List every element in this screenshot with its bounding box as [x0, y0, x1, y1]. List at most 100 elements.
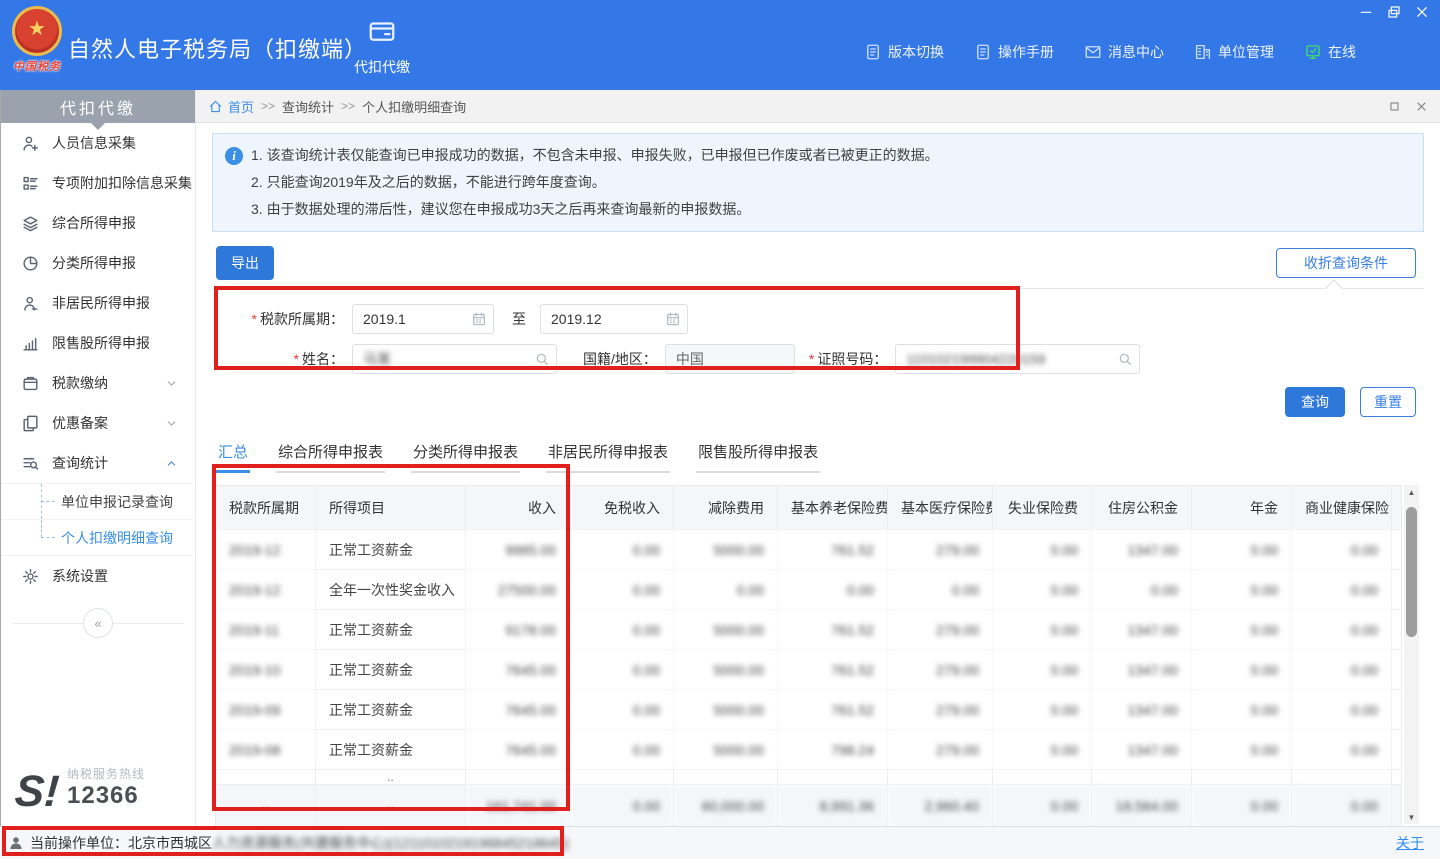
breadcrumb-item: 查询统计: [282, 97, 334, 116]
person-icon: [21, 294, 40, 313]
breadcrumb-home-link[interactable]: 首页: [228, 97, 254, 116]
sidebar-item-preferential-filing[interactable]: 优惠备案: [1, 403, 195, 443]
name-label: *姓名：: [212, 349, 344, 369]
sidebar-collapse-button[interactable]: «: [83, 608, 113, 638]
sidebar-item-special-deduction[interactable]: 专项附加扣除信息采集: [1, 163, 195, 203]
scroll-down-arrow[interactable]: ▼: [1404, 810, 1419, 824]
user-icon: [8, 835, 24, 851]
table-cell: 7645.00: [466, 730, 570, 770]
restore-button[interactable]: [1386, 4, 1402, 20]
sidebar-item-classified-income[interactable]: 分类所得申报: [1, 243, 195, 283]
panel-maximize-button[interactable]: [1388, 100, 1401, 113]
table-cell: 8,991.36: [778, 785, 888, 827]
export-button[interactable]: 导出: [216, 246, 274, 280]
header-menu-manual[interactable]: 操作手册: [974, 42, 1054, 62]
panel-close-button[interactable]: [1415, 100, 1428, 113]
table-cell: 0.00: [993, 530, 1092, 570]
name-input[interactable]: 马某: [352, 344, 557, 374]
tab-classified[interactable]: 分类所得申报表: [411, 439, 520, 473]
sidebar-item-system-settings[interactable]: 系统设置: [1, 556, 195, 596]
table-cell: 0.00: [570, 530, 674, 570]
about-link[interactable]: 关于: [1396, 833, 1424, 853]
table-cell: 0.00: [1292, 690, 1392, 730]
table-cell: 0.00: [1192, 610, 1292, 650]
calendar-icon: [665, 311, 681, 327]
tab-comprehensive[interactable]: 综合所得申报表: [276, 439, 385, 473]
table-cell: 798.24: [778, 730, 888, 770]
table-row: 2019-12全年一次性奖金收入27500.000.000.000.000.00…: [216, 570, 1402, 610]
sidebar-item-label: 系统设置: [52, 566, 181, 586]
brand-subtext: 中国税务: [8, 58, 66, 74]
table-cell: 161,741.00: [466, 785, 570, 827]
chevron-up-icon: [162, 457, 181, 470]
search-icon[interactable]: [534, 351, 550, 367]
table-cell: 1347.00: [1092, 730, 1192, 770]
table-cell: 2019-12: [216, 570, 316, 610]
header-menu-label: 操作手册: [998, 42, 1054, 62]
document-icon: [974, 43, 992, 61]
header-menu-unit-management[interactable]: 单位管理: [1194, 42, 1274, 62]
person-add-icon: [21, 134, 40, 153]
sidebar-item-restricted-shares[interactable]: 限售股所得申报: [1, 323, 195, 363]
id-number-input[interactable]: 110102199904220159: [895, 344, 1140, 374]
sidebar-subitem-personal-withholding-query[interactable]: 个人扣缴明细查询: [1, 519, 195, 555]
search-icon[interactable]: [1117, 351, 1133, 367]
vertical-scrollbar-thumb[interactable]: [1406, 507, 1417, 637]
table-cell: [1392, 570, 1402, 610]
sidebar-subitem-unit-declare-query[interactable]: 单位申报记录查询: [1, 483, 195, 519]
list-icon: [21, 174, 40, 193]
table-cell: 761.52: [778, 650, 888, 690]
table-cell: [1392, 530, 1402, 570]
minimize-button[interactable]: [1358, 4, 1374, 20]
search-list-icon: [21, 454, 40, 473]
tab-restricted[interactable]: 限售股所得申报表: [696, 439, 820, 473]
close-button[interactable]: [1414, 4, 1430, 20]
table-cell: [1392, 690, 1402, 730]
tab-nonresident[interactable]: 非居民所得申报表: [546, 439, 670, 473]
period-from-input[interactable]: [352, 304, 494, 334]
table-cell: 9985.00: [466, 530, 570, 570]
header-menu-online[interactable]: 在线: [1304, 42, 1356, 62]
copy-icon: [21, 414, 40, 433]
table-cell: 1347.00: [1092, 690, 1192, 730]
header-menu-version-switch[interactable]: 版本切换: [864, 42, 944, 62]
sidebar-item-label: 分类所得申报: [52, 253, 181, 273]
period-to-input[interactable]: [540, 304, 688, 334]
document-icon: [864, 43, 882, 61]
table-cell: 0.00: [1192, 785, 1292, 827]
notice-line: 2. 只能查询2019年及之后的数据，不能进行跨年度查询。: [251, 169, 939, 196]
header-menu: 版本切换 操作手册 消息中心 单位管理 在线: [864, 42, 1356, 62]
reset-button[interactable]: 重置: [1360, 387, 1416, 417]
table-cell: 0.00: [1292, 570, 1392, 610]
sidebar-item-comprehensive-income[interactable]: 综合所得申报: [1, 203, 195, 243]
sidebar-item-personnel-info[interactable]: 人员信息采集: [1, 123, 195, 163]
sidebar-item-label: 查询统计: [52, 453, 162, 473]
table-cell: 0.00: [1192, 730, 1292, 770]
chart-icon: [21, 334, 40, 353]
table-cell: 279.00: [888, 530, 993, 570]
sidebar-item-label: 综合所得申报: [52, 213, 181, 233]
wallet2-icon: [21, 374, 40, 393]
sidebar-item-label: 优惠备案: [52, 413, 162, 433]
collapse-query-button[interactable]: 收折查询条件: [1276, 248, 1416, 278]
header-menu-message-center[interactable]: 消息中心: [1084, 42, 1164, 62]
pie-icon: [21, 254, 40, 273]
scroll-up-arrow[interactable]: ▲: [1404, 485, 1419, 499]
table-row-partial: ..: [216, 770, 1402, 785]
table-cell: 761.52: [778, 530, 888, 570]
vertical-scrollbar[interactable]: ▲ ▼: [1404, 485, 1419, 824]
table-cell: 正常工资薪金: [316, 650, 466, 690]
table-cell: 0.00: [993, 730, 1092, 770]
table-cell: 5000.00: [674, 530, 778, 570]
table-cell: 9178.00: [466, 610, 570, 650]
tab-summary[interactable]: 汇总: [216, 439, 250, 473]
sidebar-item-tax-payment[interactable]: 税款缴纳: [1, 363, 195, 403]
sidebar-item-query-statistics[interactable]: 查询统计: [1, 443, 195, 483]
query-button[interactable]: 查询: [1285, 387, 1345, 417]
table-row: 2019-12正常工资薪金9985.000.005000.00761.52279…: [216, 530, 1402, 570]
current-unit-label: 当前操作单位：: [30, 835, 128, 851]
sidebar-item-nonresident-income[interactable]: 非居民所得申报: [1, 283, 195, 323]
header-tab-withholding[interactable]: 代扣代缴: [336, 16, 428, 77]
table-zone: 税款所属期所得项目收入免税收入减除费用基本养老保险费基本医疗保险费失业保险费住房…: [215, 485, 1401, 845]
table-cell: 7645.00: [466, 650, 570, 690]
